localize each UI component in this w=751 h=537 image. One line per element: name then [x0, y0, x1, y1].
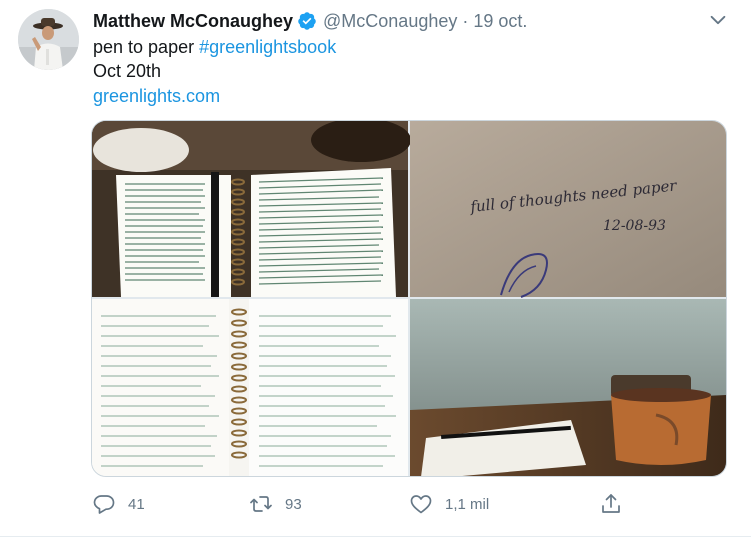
- media-photo-handwritten-note[interactable]: full of thoughts need paper 12-08-93: [410, 120, 727, 298]
- hashtag-link[interactable]: #greenlightsbook: [199, 37, 336, 57]
- share-icon: [599, 492, 623, 516]
- media-grid[interactable]: full of thoughts need paper 12-08-93: [91, 120, 727, 477]
- verified-badge-icon: [297, 11, 317, 31]
- tweet[interactable]: Matthew McConaughey @McConaughey · 19 oc…: [0, 0, 751, 537]
- tweet-date[interactable]: 19 oct.: [473, 9, 527, 33]
- like-button[interactable]: 1,1 mil: [409, 490, 489, 518]
- retweet-count: 93: [285, 495, 302, 513]
- chevron-down-icon[interactable]: [707, 9, 729, 31]
- avatar[interactable]: [18, 9, 79, 70]
- user-handle[interactable]: @McConaughey: [323, 9, 457, 33]
- media-photo-notebook-pages[interactable]: [91, 299, 408, 477]
- tweet-header: Matthew McConaughey @McConaughey · 19 oc…: [93, 9, 527, 33]
- retweet-icon: [249, 492, 273, 516]
- reply-count: 41: [128, 495, 145, 513]
- tweet-actions: 41 93 1,1 mil: [0, 490, 751, 518]
- separator-dot: ·: [462, 11, 469, 31]
- tweet-text-line-2: Oct 20th: [93, 61, 162, 81]
- reply-button[interactable]: 41: [92, 490, 145, 518]
- share-button[interactable]: [599, 490, 623, 518]
- tweet-text-line-3: greenlights.com: [93, 84, 220, 108]
- like-count: 1,1 mil: [445, 495, 490, 513]
- external-link[interactable]: greenlights.com: [93, 86, 220, 106]
- media-photo-coffee-desk[interactable]: [410, 299, 727, 477]
- tweet-text: pen to paper: [93, 37, 200, 57]
- reply-icon: [92, 492, 116, 516]
- retweet-button[interactable]: 93: [249, 490, 302, 518]
- notebook-date: 12-08-93: [603, 218, 666, 234]
- media-photo-notebook-spread[interactable]: [91, 120, 411, 297]
- display-name[interactable]: Matthew McConaughey: [93, 9, 293, 33]
- tweet-text-line-1: pen to paper #greenlightsbook: [93, 35, 336, 59]
- like-icon: [409, 492, 433, 516]
